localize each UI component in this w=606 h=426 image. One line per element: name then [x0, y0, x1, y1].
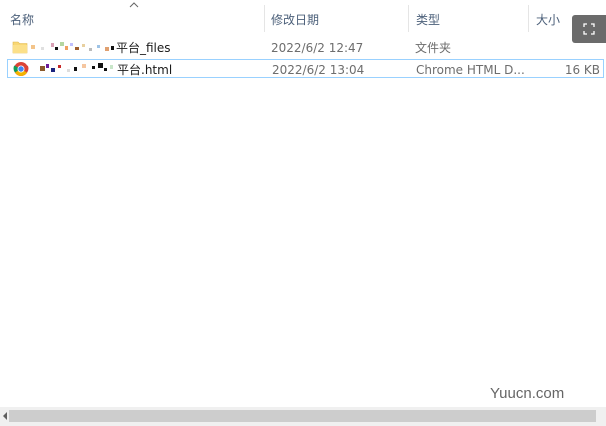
file-row[interactable]: 平台.html 2022/6/2 13:04 Chrome HTML D... … — [7, 59, 604, 78]
file-modified: 2022/6/2 13:04 — [272, 63, 365, 77]
watermark: Yuucn.com — [490, 385, 565, 402]
column-header-modified[interactable]: 修改日期 — [271, 11, 319, 28]
file-type: Chrome HTML D... — [416, 63, 525, 77]
redacted-filename — [32, 62, 117, 76]
scroll-left-arrow-icon[interactable] — [1, 411, 9, 421]
file-size: 16 KB — [564, 63, 600, 77]
file-name: 平台.html — [117, 63, 173, 77]
sort-ascending-icon — [129, 2, 139, 8]
file-modified: 2022/6/2 12:47 — [271, 41, 364, 55]
folder-icon — [12, 41, 28, 54]
column-header-name[interactable]: 名称 — [10, 11, 34, 28]
scrollbar-thumb[interactable] — [9, 410, 596, 422]
column-divider[interactable] — [408, 5, 409, 32]
redacted-filename — [31, 40, 116, 54]
file-row[interactable]: 平台_files 2022/6/2 12:47 文件夹 — [7, 38, 604, 57]
column-header-bar: 名称 修改日期 类型 大小 — [0, 0, 606, 36]
expand-button[interactable] — [572, 15, 606, 43]
chrome-icon — [13, 62, 29, 76]
horizontal-scrollbar[interactable] — [0, 407, 606, 426]
file-name: 平台_files — [116, 41, 171, 55]
column-header-type[interactable]: 类型 — [416, 11, 440, 28]
column-divider[interactable] — [264, 5, 265, 32]
expand-icon — [583, 23, 595, 35]
file-type: 文件夹 — [415, 41, 452, 55]
column-header-size[interactable]: 大小 — [536, 11, 560, 28]
column-divider[interactable] — [528, 5, 529, 32]
